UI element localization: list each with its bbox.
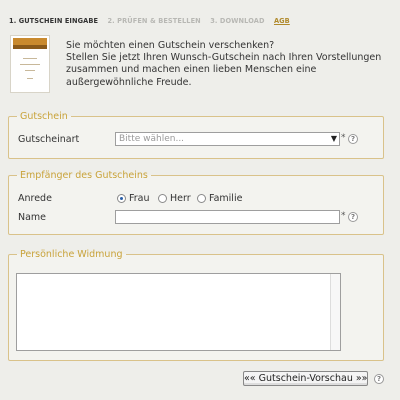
radio-herr-label: Herr	[170, 193, 191, 204]
radio-frau-label: Frau	[129, 193, 150, 204]
checkout-steps: 1. GUTSCHEIN EINGABE 2. PRÜFEN & BESTELL…	[9, 17, 297, 25]
dedication-textarea[interactable]	[16, 273, 341, 351]
voucher-legend: Gutschein	[20, 111, 68, 122]
voucher-type-select[interactable]: Bitte wählen... ▼	[115, 132, 340, 146]
required-marker: *	[341, 211, 346, 221]
agb-link[interactable]: AGB	[274, 17, 290, 25]
name-input[interactable]	[115, 210, 340, 224]
intro-text: Sie möchten einen Gutschein verschenken?…	[66, 40, 386, 89]
help-icon[interactable]: ?	[374, 374, 384, 384]
radio-familie-label: Familie	[209, 193, 243, 204]
help-icon[interactable]: ?	[348, 212, 358, 222]
help-icon[interactable]: ?	[348, 134, 358, 144]
radio-frau[interactable]: Frau	[117, 193, 150, 204]
chevron-down-icon: ▼	[330, 134, 337, 143]
step-gutschein-eingabe: 1. GUTSCHEIN EINGABE	[9, 17, 99, 25]
voucher-type-placeholder: Bitte wählen...	[119, 134, 185, 144]
radio-unchecked-icon	[197, 194, 206, 203]
voucher-type-label: Gutscheinart	[18, 134, 80, 145]
recipient-fieldset: Empfänger des Gutscheins	[8, 170, 384, 235]
intro-question: Sie möchten einen Gutschein verschenken?	[66, 40, 275, 51]
radio-checked-icon	[117, 194, 126, 203]
radio-familie[interactable]: Familie	[197, 193, 242, 204]
voucher-thumbnail	[10, 35, 50, 93]
name-label: Name	[18, 212, 47, 223]
salutation-label: Anrede	[18, 193, 52, 204]
dedication-legend: Persönliche Widmung	[20, 249, 123, 260]
radio-herr[interactable]: Herr	[158, 193, 191, 204]
textarea-scrollbar[interactable]	[330, 274, 340, 350]
step-download: 3. DOWNLOAD	[210, 17, 265, 25]
voucher-preview-button[interactable]: «« Gutschein-Vorschau »»	[243, 371, 368, 386]
step-pruefen-bestellen: 2. PRÜFEN & BESTELLEN	[107, 17, 201, 25]
required-marker: *	[341, 133, 346, 143]
recipient-legend: Empfänger des Gutscheins	[20, 170, 148, 181]
radio-unchecked-icon	[158, 194, 167, 203]
intro-description: Stellen Sie jetzt Ihren Wunsch-Gutschein…	[66, 52, 382, 88]
